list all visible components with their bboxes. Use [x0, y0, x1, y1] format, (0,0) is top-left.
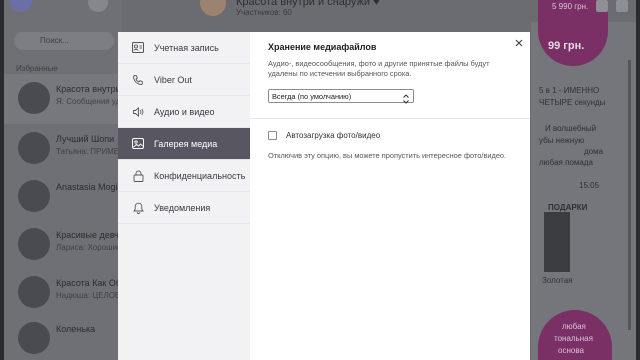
- autodownload-note: Отключив эту опцию, вы можете пропустить…: [268, 151, 507, 160]
- chat-item[interactable]: Красота Как Об Надюша: ЦЕЛОЕ: [4, 268, 122, 318]
- nav-item-privacy[interactable]: Конфиденциальность: [118, 160, 250, 192]
- nav-item-account[interactable]: Учетная запись: [118, 32, 250, 64]
- message-text: И волшебный: [545, 124, 597, 133]
- speaker-icon: [131, 105, 145, 119]
- promo-text: любая: [562, 322, 586, 331]
- avatar: [18, 82, 50, 114]
- search-input[interactable]: Поиск...: [14, 32, 114, 50]
- message-text: ЧЕТЫРЕ секунды: [539, 98, 606, 107]
- autodownload-checkbox[interactable]: [268, 131, 277, 140]
- avatar: [18, 228, 50, 260]
- nav-label: Конфиденциальность: [154, 170, 246, 181]
- chat-preview: Татьяна: ПРИМЕ: [56, 147, 120, 156]
- chat-name: Лучший Шопи: [56, 134, 115, 144]
- message-text: дома: [584, 147, 604, 156]
- chat-item[interactable]: Лучший Шопи Татьяна: ПРИМЕ: [4, 124, 122, 174]
- close-icon[interactable]: [512, 36, 526, 50]
- autodownload-label[interactable]: Автозагрузка фото/видео: [286, 131, 380, 140]
- scrollbar[interactable]: [628, 60, 631, 330]
- chat-name: Коленька: [56, 324, 96, 334]
- chat-item[interactable]: Коленька: [4, 314, 122, 360]
- search-placeholder: Поиск...: [40, 36, 69, 45]
- chat-subtitle: Участников: 60: [236, 8, 292, 17]
- chat-messages-right: [531, 22, 636, 360]
- promo-price-2: 99 грн.: [548, 40, 585, 52]
- chat-name: Красота внутри: [56, 84, 121, 94]
- chat-item[interactable]: Красота внутри Я: Сообщения удал: [4, 74, 129, 124]
- nav-item-viber-out[interactable]: Viber Out: [118, 64, 250, 96]
- chat-title: Красота внутри и снаружи ♥: [236, 0, 380, 8]
- chat-preview: Лариса: Хорошие: [56, 243, 122, 252]
- viber-window: Поиск... Избранные Красота внутри Я: Соо…: [4, 0, 636, 360]
- message-text: убы нежную: [539, 136, 585, 145]
- group-avatar: [200, 0, 226, 16]
- chat-item[interactable]: Красивые девч Лариса: Хорошие: [4, 220, 122, 270]
- avatar: [18, 180, 50, 212]
- promo-text: основа: [558, 346, 584, 355]
- message-text: любая помада: [539, 158, 593, 167]
- gallery-icon: [131, 137, 145, 151]
- message-text: 5 в 1 - ИМЕННО: [539, 86, 600, 95]
- product-image: [544, 212, 570, 272]
- autodownload-row[interactable]: Автозагрузка фото/видео: [268, 131, 380, 140]
- select-value: Всегда (по умолчанию): [272, 92, 352, 101]
- chat-item[interactable]: Anastasia Mogil: [4, 172, 122, 222]
- section-description: Аудио-, видеосообщения, фото и другие пр…: [268, 59, 490, 78]
- avatar: [18, 276, 50, 308]
- account-icon: [131, 41, 145, 55]
- nav-label: Аудио и видео: [154, 106, 215, 117]
- nav-label: Учетная запись: [154, 42, 219, 53]
- window-icon[interactable]: [616, 0, 628, 12]
- settings-dialog: Учетная запись Viber Out Аудио и видео Г…: [118, 32, 530, 360]
- chat-preview: Надюша: ЦЕЛОЕ: [56, 291, 121, 300]
- phone-icon: [131, 73, 145, 87]
- retention-period-select[interactable]: Всегда (по умолчанию): [268, 89, 414, 104]
- viber-logo-icon: [10, 0, 32, 12]
- promo-text: тональная: [554, 334, 593, 343]
- favorites-label: Избранные: [16, 64, 58, 73]
- chat-name: Anastasia Mogil: [56, 182, 120, 192]
- nav-label: Уведомления: [154, 202, 211, 213]
- nav-item-audio-video[interactable]: Аудио и видео: [118, 96, 250, 128]
- section-title: Хранение медиафайлов: [268, 42, 377, 52]
- settings-nav: Учетная запись Viber Out Аудио и видео Г…: [118, 32, 250, 360]
- nav-label: Галерея медиа: [154, 138, 218, 149]
- nav-label: Viber Out: [154, 74, 192, 85]
- message-text: ПОДАРКИ: [548, 203, 588, 212]
- chat-name: Красивые девч: [56, 230, 119, 240]
- message-timestamp: 15:05: [579, 181, 600, 190]
- nav-item-media-gallery[interactable]: Галерея медиа: [118, 128, 250, 160]
- divider: [250, 118, 530, 119]
- bell-icon: [131, 201, 145, 215]
- message-text: Золотая: [542, 276, 573, 285]
- lock-icon: [131, 169, 145, 183]
- promo-price: 5 990 грн.: [552, 2, 589, 11]
- chat-list-panel: Поиск... Избранные Красота внутри Я: Соо…: [4, 0, 129, 360]
- camera-icon[interactable]: [88, 0, 108, 12]
- avatar: [18, 132, 50, 164]
- chevron-updown-icon: [402, 91, 410, 104]
- nav-item-notifications[interactable]: Уведомления: [118, 192, 250, 224]
- chat-name: Красота Как Об: [56, 278, 122, 288]
- add-chat-icon[interactable]: [596, 0, 608, 12]
- avatar: [18, 322, 50, 354]
